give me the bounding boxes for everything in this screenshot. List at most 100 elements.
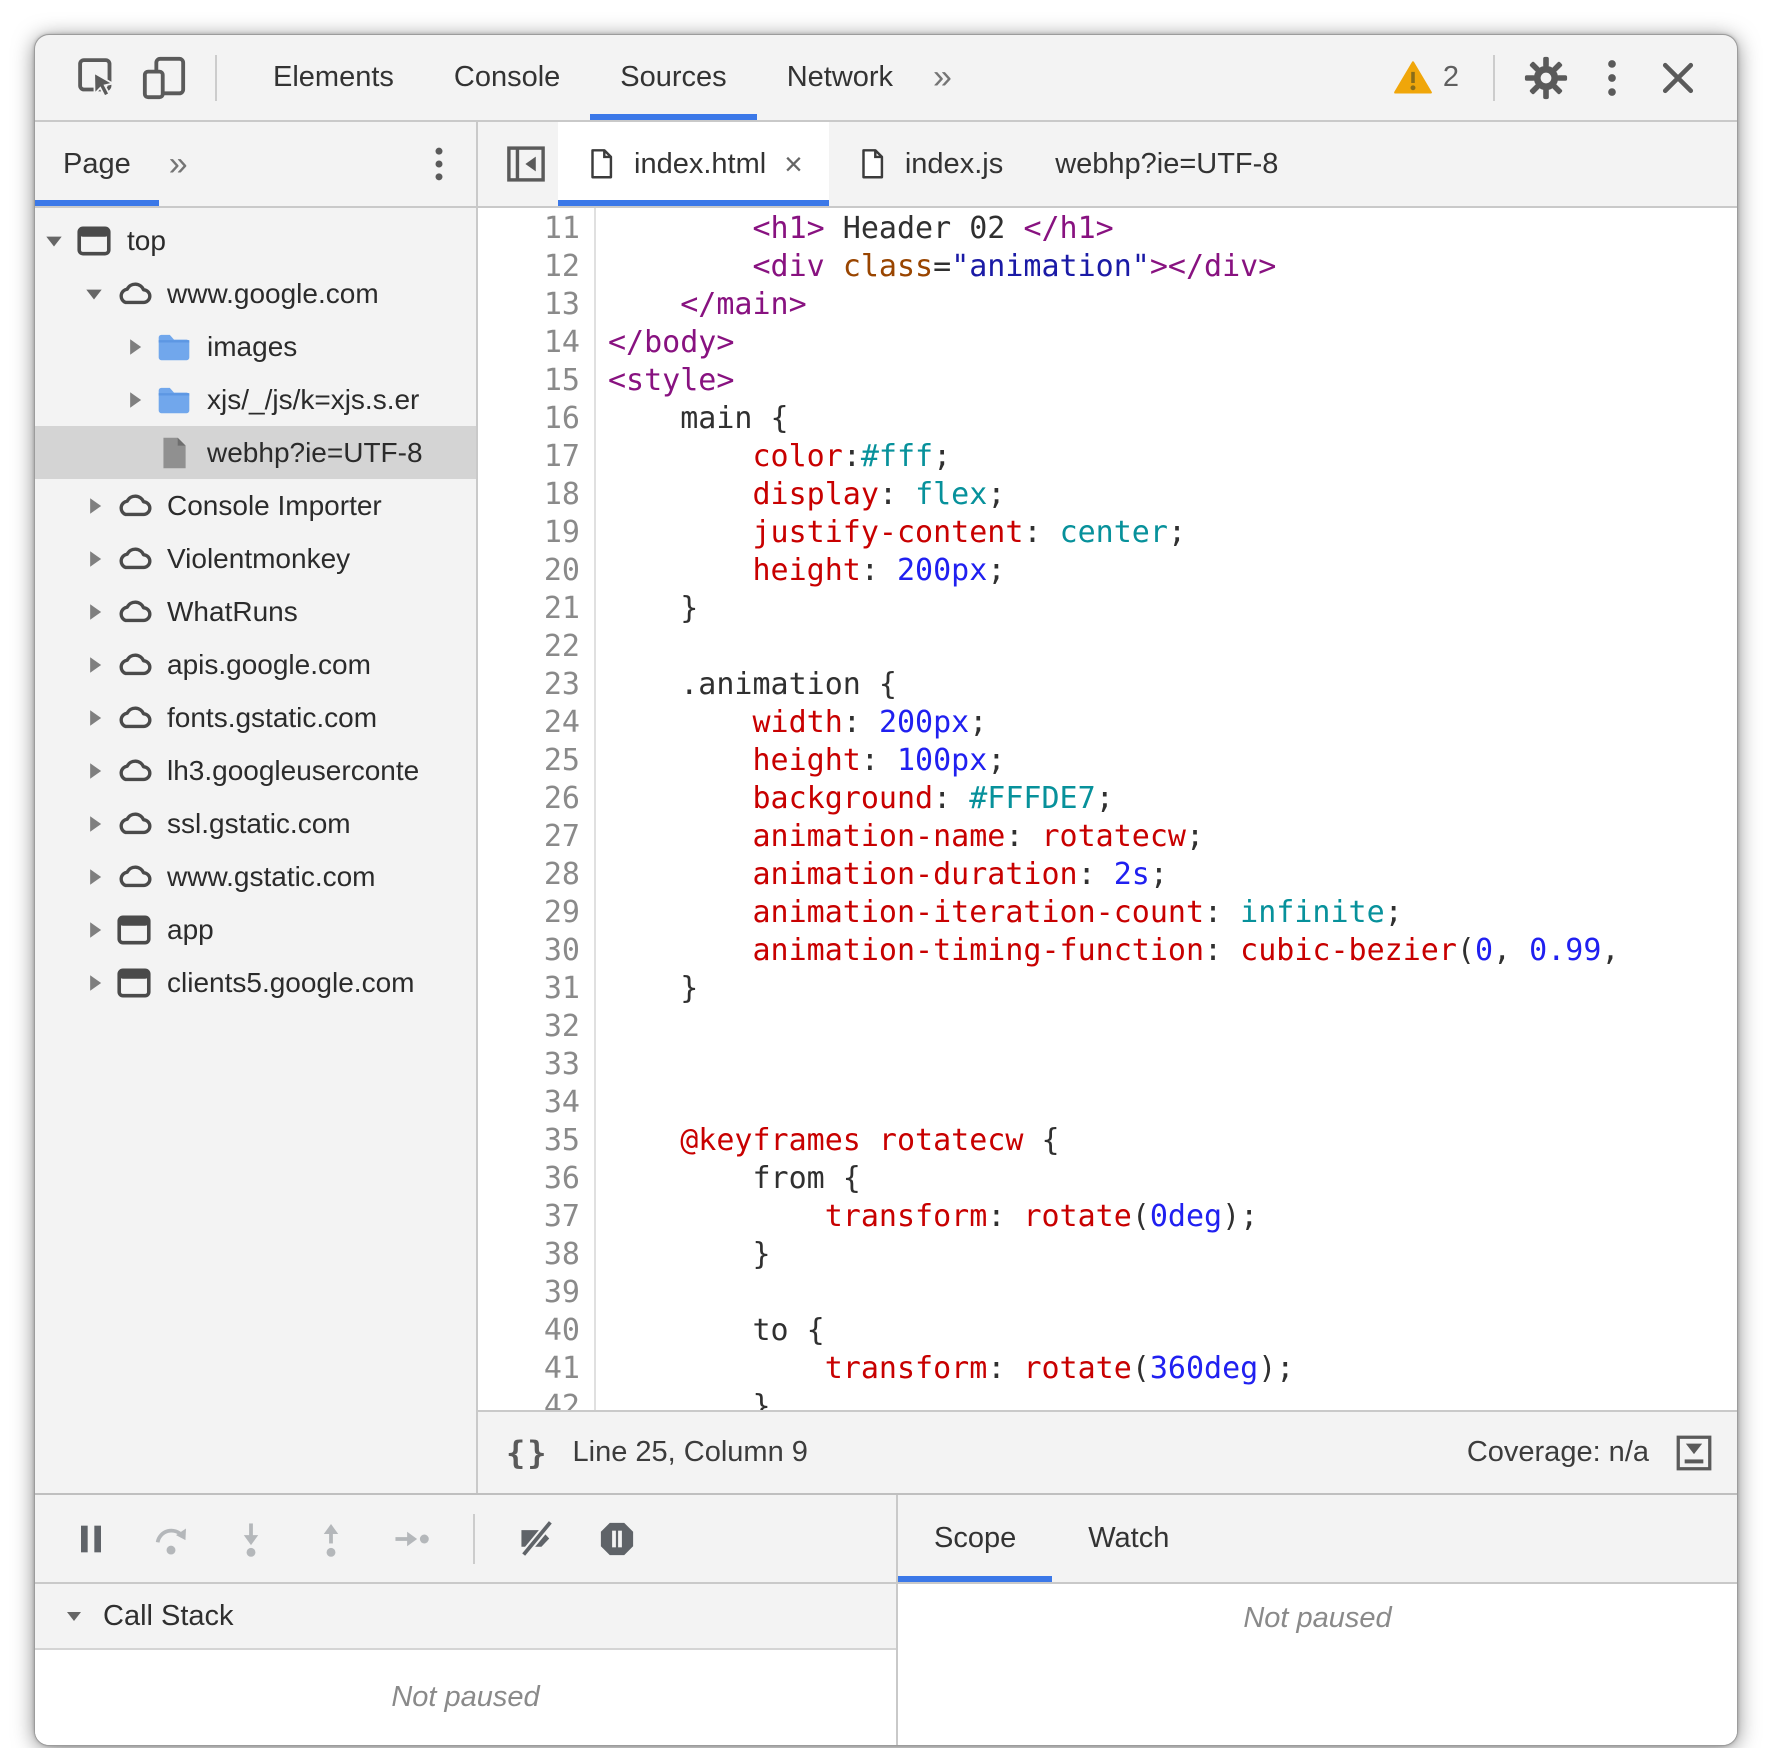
code-line[interactable]: } xyxy=(608,970,1737,1008)
code-line[interactable]: width: 200px; xyxy=(608,704,1737,742)
code-line[interactable]: transform: rotate(0deg); xyxy=(608,1198,1737,1236)
pause-icon[interactable] xyxy=(71,1519,111,1559)
line-number[interactable]: 20 xyxy=(478,552,580,590)
code-line[interactable]: .animation { xyxy=(608,666,1737,704)
code-line[interactable]: animation-timing-function: cubic-bezier(… xyxy=(608,932,1737,970)
drawer-icon[interactable] xyxy=(1673,1432,1715,1474)
code-editor[interactable]: 1112131415161718192021222324252627282930… xyxy=(478,208,1737,1410)
tree-collapsed-arrow-icon[interactable] xyxy=(81,866,107,888)
close-icon[interactable] xyxy=(1655,55,1701,101)
tree-item-webhp-ie-utf-8[interactable]: webhp?ie=UTF-8 xyxy=(35,426,476,479)
code-line[interactable]: animation-name: rotatecw; xyxy=(608,818,1737,856)
code-line[interactable]: } xyxy=(608,1236,1737,1274)
line-number[interactable]: 16 xyxy=(478,400,580,438)
line-number[interactable]: 39 xyxy=(478,1274,580,1312)
line-number[interactable]: 13 xyxy=(478,286,580,324)
tab-close-icon[interactable]: × xyxy=(784,146,803,183)
settings-gear-icon[interactable] xyxy=(1523,55,1569,101)
line-number[interactable]: 22 xyxy=(478,628,580,666)
tree-collapsed-arrow-icon[interactable] xyxy=(81,495,107,517)
tree-collapsed-arrow-icon[interactable] xyxy=(81,548,107,570)
code-line[interactable]: transform: rotate(360deg); xyxy=(608,1350,1737,1388)
tree-collapsed-arrow-icon[interactable] xyxy=(81,919,107,941)
code-line[interactable]: background: #FFFDE7; xyxy=(608,780,1737,818)
line-number[interactable]: 30 xyxy=(478,932,580,970)
code-line[interactable]: height: 200px; xyxy=(608,552,1737,590)
navigator-more-chevron-icon[interactable]: » xyxy=(169,145,188,184)
tree-item-whatruns[interactable]: WhatRuns xyxy=(35,585,476,638)
code-line[interactable] xyxy=(608,1274,1737,1312)
code-line[interactable]: from { xyxy=(608,1160,1737,1198)
warning-badge[interactable]: 2 xyxy=(1393,58,1459,98)
navigator-kebab-icon[interactable] xyxy=(418,143,460,185)
line-number[interactable]: 34 xyxy=(478,1084,580,1122)
call-stack-header[interactable]: Call Stack xyxy=(35,1584,896,1650)
tree-collapsed-arrow-icon[interactable] xyxy=(81,813,107,835)
line-number[interactable]: 28 xyxy=(478,856,580,894)
tab-network[interactable]: Network xyxy=(757,35,923,120)
more-panels-chevron-icon[interactable]: » xyxy=(933,58,952,97)
tab-elements[interactable]: Elements xyxy=(243,35,424,120)
line-number-gutter[interactable]: 1112131415161718192021222324252627282930… xyxy=(478,208,596,1410)
code-line[interactable]: } xyxy=(608,1388,1737,1410)
line-number[interactable]: 31 xyxy=(478,970,580,1008)
code-line[interactable]: display: flex; xyxy=(608,476,1737,514)
line-number[interactable]: 15 xyxy=(478,362,580,400)
pretty-print-icon[interactable]: {} xyxy=(506,1434,549,1472)
tree-item-www-google-com[interactable]: www.google.com xyxy=(35,267,476,320)
tab-page[interactable]: Page xyxy=(35,122,159,206)
line-number[interactable]: 25 xyxy=(478,742,580,780)
tree-collapsed-arrow-icon[interactable] xyxy=(81,654,107,676)
tab-scope[interactable]: Scope xyxy=(898,1495,1052,1582)
line-number[interactable]: 29 xyxy=(478,894,580,932)
tree-expanded-arrow-icon[interactable] xyxy=(81,283,107,305)
source-code[interactable]: <h1> Header 02 </h1> <div class="animati… xyxy=(596,208,1737,1410)
line-number[interactable]: 19 xyxy=(478,514,580,552)
tree-item-fonts-gstatic-com[interactable]: fonts.gstatic.com xyxy=(35,691,476,744)
code-line[interactable]: } xyxy=(608,590,1737,628)
line-number[interactable]: 14 xyxy=(478,324,580,362)
deactivate-breakpoints-icon[interactable] xyxy=(517,1519,557,1559)
code-line[interactable]: <h1> Header 02 </h1> xyxy=(608,210,1737,248)
line-number[interactable]: 37 xyxy=(478,1198,580,1236)
tree-item-images[interactable]: images xyxy=(35,320,476,373)
tree-collapsed-arrow-icon[interactable] xyxy=(121,336,147,358)
more-menu-kebab-icon[interactable] xyxy=(1589,55,1635,101)
tree-collapsed-arrow-icon[interactable] xyxy=(81,601,107,623)
line-number[interactable]: 42 xyxy=(478,1388,580,1410)
tree-item-app[interactable]: app xyxy=(35,903,476,956)
device-toolbar-icon[interactable] xyxy=(141,55,187,101)
tree-item-xjs-js-k-xjs-s-er[interactable]: xjs/_/js/k=xjs.s.er xyxy=(35,373,476,426)
editor-tab-index-html[interactable]: index.html× xyxy=(558,122,829,206)
tree-item-top[interactable]: top xyxy=(35,214,476,267)
code-line[interactable]: color:#fff; xyxy=(608,438,1737,476)
code-line[interactable]: <div class="animation"></div> xyxy=(608,248,1737,286)
tree-item-apis-google-com[interactable]: apis.google.com xyxy=(35,638,476,691)
editor-tab-webhp-ie-utf-8[interactable]: webhp?ie=UTF-8 xyxy=(1029,122,1304,206)
line-number[interactable]: 18 xyxy=(478,476,580,514)
line-number[interactable]: 36 xyxy=(478,1160,580,1198)
code-line[interactable]: @keyframes rotatecw { xyxy=(608,1122,1737,1160)
tree-item-lh3-googleuserconte[interactable]: lh3.googleuserconte xyxy=(35,744,476,797)
code-line[interactable]: justify-content: center; xyxy=(608,514,1737,552)
line-number[interactable]: 41 xyxy=(478,1350,580,1388)
tree-collapsed-arrow-icon[interactable] xyxy=(81,760,107,782)
code-line[interactable] xyxy=(608,1084,1737,1122)
code-line[interactable] xyxy=(608,1008,1737,1046)
code-line[interactable]: animation-duration: 2s; xyxy=(608,856,1737,894)
toggle-navigator-icon[interactable] xyxy=(504,142,548,186)
code-line[interactable]: </main> xyxy=(608,286,1737,324)
line-number[interactable]: 40 xyxy=(478,1312,580,1350)
line-number[interactable]: 21 xyxy=(478,590,580,628)
line-number[interactable]: 23 xyxy=(478,666,580,704)
tree-collapsed-arrow-icon[interactable] xyxy=(81,972,107,994)
tab-sources[interactable]: Sources xyxy=(590,35,756,120)
tree-collapsed-arrow-icon[interactable] xyxy=(121,389,147,411)
pause-on-exceptions-icon[interactable] xyxy=(597,1519,637,1559)
line-number[interactable]: 33 xyxy=(478,1046,580,1084)
code-line[interactable]: main { xyxy=(608,400,1737,438)
line-number[interactable]: 11 xyxy=(478,210,580,248)
line-number[interactable]: 24 xyxy=(478,704,580,742)
code-line[interactable] xyxy=(608,1046,1737,1084)
tree-item-ssl-gstatic-com[interactable]: ssl.gstatic.com xyxy=(35,797,476,850)
